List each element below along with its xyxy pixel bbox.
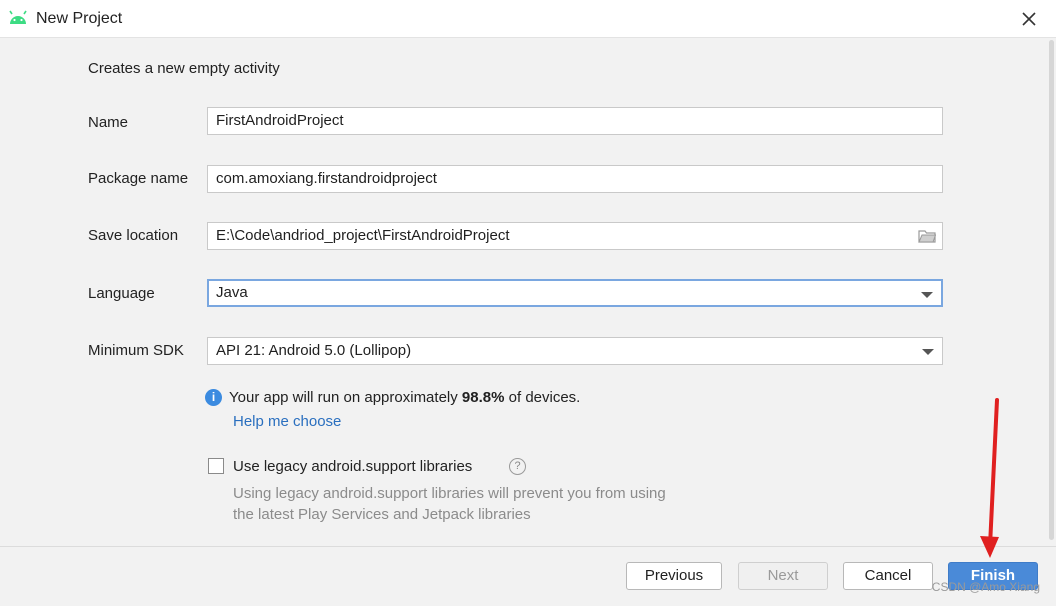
scrollbar-thumb[interactable] <box>1049 40 1054 540</box>
package-name-value: com.amoxiang.firstandroidproject <box>216 170 437 187</box>
coverage-suffix: of devices. <box>504 389 581 406</box>
minimum-sdk-dropdown[interactable]: API 21: Android 5.0 (Lollipop) <box>207 337 943 365</box>
package-name-input[interactable]: com.amoxiang.firstandroidproject <box>207 165 943 193</box>
legacy-support-checkbox[interactable] <box>208 458 224 474</box>
package-name-label: Package name <box>88 170 189 187</box>
title-bar: New Project <box>0 0 1056 38</box>
close-button[interactable] <box>1016 6 1042 32</box>
save-location-value: E:\Code\andriod_project\FirstAndroidProj… <box>216 227 510 244</box>
save-location-input[interactable]: E:\Code\andriod_project\FirstAndroidProj… <box>207 222 943 250</box>
language-dropdown[interactable]: Java <box>207 279 943 307</box>
coverage-prefix: Your app will run on approximately <box>229 389 462 406</box>
scrollbar[interactable] <box>1048 40 1054 540</box>
folder-icon[interactable] <box>918 229 936 243</box>
name-input[interactable]: FirstAndroidProject <box>207 107 943 135</box>
window-title: New Project <box>36 10 123 27</box>
minimum-sdk-label: Minimum SDK <box>88 342 184 359</box>
help-icon[interactable]: ? <box>509 458 526 475</box>
legacy-hint-line2: the latest Play Services and Jetpack lib… <box>233 506 531 523</box>
legacy-support-label[interactable]: Use legacy android.support libraries <box>233 458 472 475</box>
cancel-button[interactable]: Cancel <box>843 562 933 590</box>
android-icon <box>9 10 27 24</box>
name-label: Name <box>88 114 129 131</box>
language-value: Java <box>216 284 248 301</box>
form-subtitle: Creates a new empty activity <box>88 60 280 77</box>
annotation-arrow <box>980 398 999 558</box>
watermark: CSDN @Amo Xiang <box>931 580 1040 594</box>
help-me-choose-link[interactable]: Help me choose <box>233 413 341 430</box>
minimum-sdk-value: API 21: Android 5.0 (Lollipop) <box>216 342 412 359</box>
coverage-percent: 98.8% <box>461 389 505 406</box>
chevron-down-icon <box>921 292 933 298</box>
language-label: Language <box>88 285 155 302</box>
name-value: FirstAndroidProject <box>216 112 344 129</box>
chevron-down-icon <box>922 349 934 355</box>
legacy-hint-line1: Using legacy android.support libraries w… <box>233 485 666 502</box>
next-button[interactable]: Next <box>738 562 828 590</box>
info-icon: i <box>205 389 222 406</box>
device-coverage-text: Your app will run on approximately 98.8%… <box>229 389 580 406</box>
save-location-label: Save location <box>88 227 179 244</box>
previous-button[interactable]: Previous <box>626 562 722 590</box>
close-icon <box>1022 12 1036 26</box>
